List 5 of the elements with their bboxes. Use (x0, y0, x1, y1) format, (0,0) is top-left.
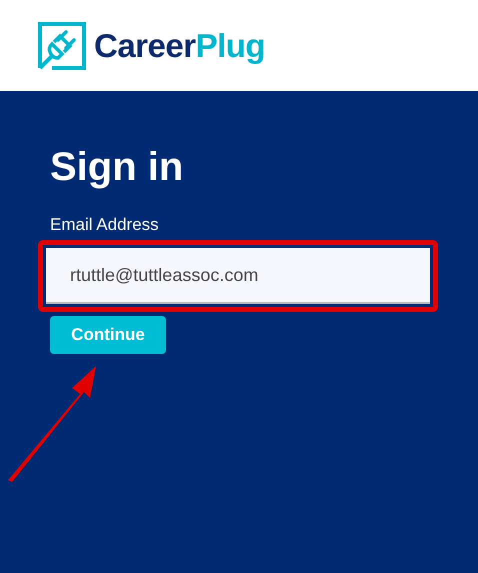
logo-icon (38, 22, 86, 70)
field-label: Email Address (50, 215, 160, 235)
page-title: Sign in (50, 144, 184, 191)
email-field[interactable]: rtuttle@tuttleassoc.com (46, 248, 430, 304)
logo-wordmark: CareerPlug (94, 26, 266, 66)
